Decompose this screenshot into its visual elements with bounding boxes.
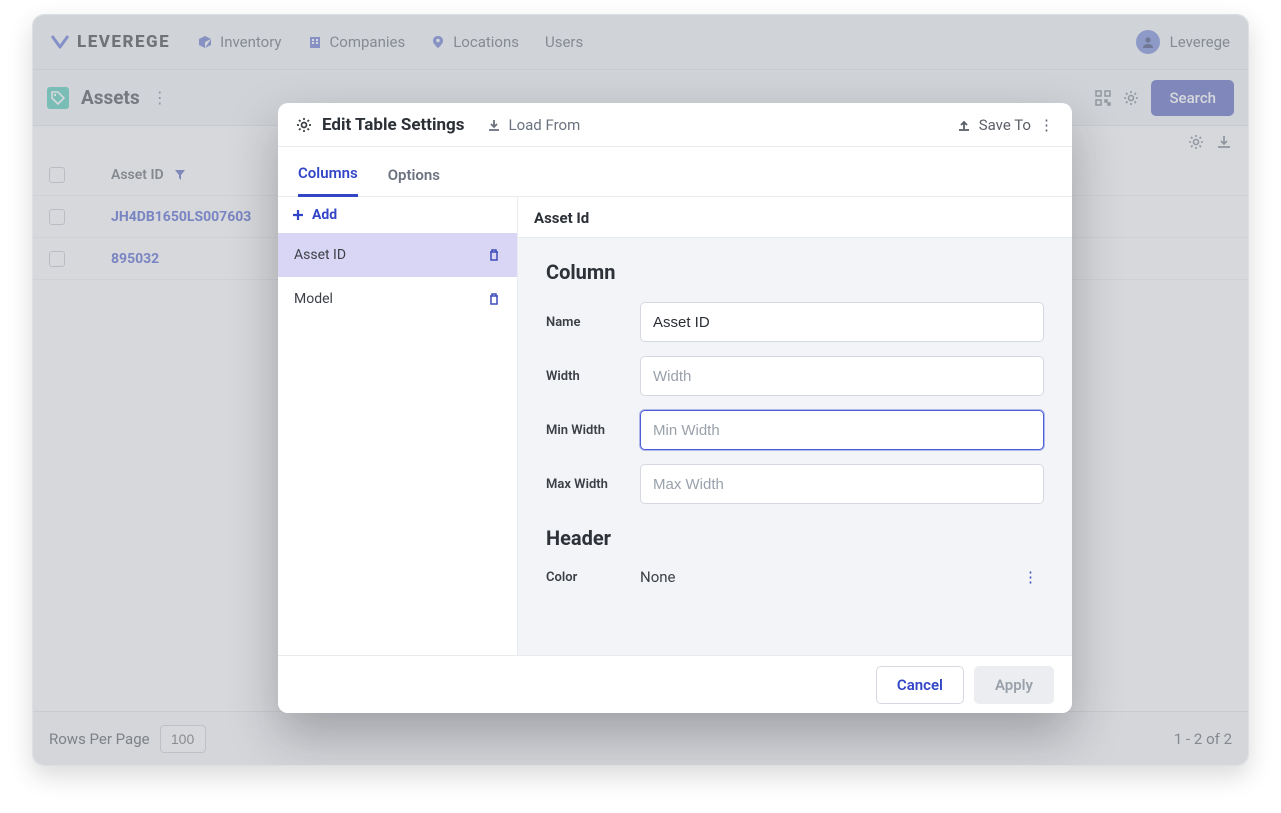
name-label: Name — [546, 315, 622, 330]
maxwidth-label: Max Width — [546, 477, 622, 492]
trash-icon[interactable] — [487, 248, 501, 262]
download-icon — [487, 118, 501, 132]
minwidth-label: Min Width — [546, 423, 622, 438]
field-minwidth: Min Width — [546, 410, 1044, 450]
gear-icon — [296, 117, 312, 133]
save-to-more-icon[interactable]: ⋮ — [1039, 116, 1054, 134]
field-color: Color None ⋮ — [546, 568, 1044, 586]
upload-icon — [957, 118, 971, 132]
cancoutology-button[interactable]: Cancel — [876, 666, 964, 704]
load-from-button[interactable]: Load From — [487, 116, 581, 134]
maxwidth-input[interactable] — [640, 464, 1044, 504]
modal-tabs: Columns Options — [278, 147, 1072, 197]
tab-options[interactable]: Options — [388, 166, 440, 196]
editor-scroll[interactable]: Column Name Width Min Width Max Wid — [518, 238, 1072, 655]
column-item-model[interactable]: Model — [278, 277, 517, 321]
save-to-button[interactable]: Save To ⋮ — [957, 116, 1054, 134]
color-label: Color — [546, 570, 622, 585]
column-item-label: Model — [294, 291, 333, 307]
editor-title: Asset Id — [518, 197, 1072, 238]
color-more-icon[interactable]: ⋮ — [1023, 568, 1038, 586]
color-value: None — [640, 568, 676, 586]
column-item-label: Asset ID — [294, 247, 346, 263]
app-frame: LEVEREGE Inventory Companies Locations — [32, 14, 1249, 766]
add-label: Add — [312, 207, 337, 223]
edit-table-settings-modal: Edit Table Settings Load From Save To ⋮ … — [278, 103, 1072, 713]
modal-header: Edit Table Settings Load From Save To ⋮ — [278, 103, 1072, 147]
trash-icon[interactable] — [487, 292, 501, 306]
field-width: Width — [546, 356, 1044, 396]
section-column-title: Column — [546, 260, 1044, 284]
width-input[interactable] — [640, 356, 1044, 396]
modal-title: Edit Table Settings — [322, 115, 465, 135]
apply-button[interactable]: Apply — [974, 666, 1054, 704]
minwidth-input[interactable] — [640, 410, 1044, 450]
add-column-button[interactable]: Add — [278, 197, 517, 233]
width-label: Width — [546, 369, 622, 384]
modal-body: Add Asset ID Model Asset Id — [278, 197, 1072, 655]
column-item-assetid[interactable]: Asset ID — [278, 233, 517, 277]
save-to-label: Save To — [979, 116, 1031, 134]
modal-footer: Cancel Apply — [278, 655, 1072, 713]
tab-columns[interactable]: Columns — [298, 164, 358, 197]
columns-sidebar: Add Asset ID Model — [278, 197, 518, 655]
column-editor: Asset Id Column Name Width Min Width — [518, 197, 1072, 655]
field-maxwidth: Max Width — [546, 464, 1044, 504]
field-name: Name — [546, 302, 1044, 342]
section-header-title: Header — [546, 526, 1044, 550]
plus-icon — [292, 209, 304, 221]
load-from-label: Load From — [509, 116, 581, 134]
name-input[interactable] — [640, 302, 1044, 342]
